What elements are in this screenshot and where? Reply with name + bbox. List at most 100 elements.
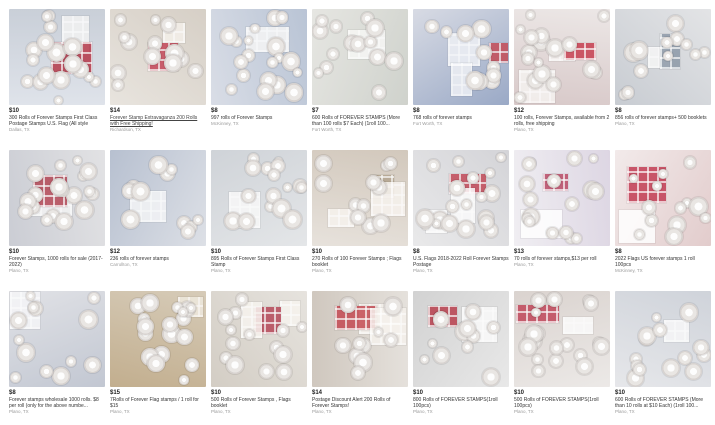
listing-photo[interactable] — [312, 9, 408, 105]
listing-photo[interactable] — [413, 291, 509, 387]
listing-title[interactable]: 895 Rolls of Forever Stamps First Class … — [211, 256, 307, 268]
listing-photo[interactable] — [615, 291, 711, 387]
stamp-roll — [148, 155, 168, 175]
listing-card[interactable]: $13 70 rolls of forever stamps,$13 per ro… — [514, 150, 610, 268]
listing-price: $8 — [615, 108, 622, 114]
listing-location: Richardson, TX — [110, 127, 141, 132]
listing-photo[interactable] — [413, 9, 509, 105]
listing-card[interactable]: $10 500 Rolls of FOREVER STAMPS(1roll 100… — [514, 291, 610, 415]
stamp-roll — [593, 338, 610, 355]
listing-card[interactable]: $10 600 Rolls of FOREVER STAMPS (More tha… — [615, 291, 711, 415]
listing-card[interactable]: $8 U.S. Flags 2018-2022 Roll Forever Stam… — [413, 150, 509, 274]
stamp-roll — [217, 308, 234, 325]
stamp-roll — [461, 341, 474, 353]
stamp-roll — [329, 19, 343, 33]
stamp-roll — [514, 91, 526, 104]
listing-title[interactable]: 500 Rolls of FOREVER STAMPS(1roll 100pcs… — [514, 397, 610, 409]
stamp-roll — [366, 19, 384, 38]
listing-photo[interactable] — [312, 291, 408, 387]
listing-price: $12 — [110, 249, 121, 255]
listing-photo[interactable] — [615, 9, 711, 105]
listing-title[interactable]: 7Rolls of Forever Flag stamps / 1 roll f… — [110, 397, 206, 409]
listing-photo[interactable] — [110, 291, 206, 387]
listing-location: Plano, TX — [514, 262, 534, 267]
listing-title[interactable]: 100 rolls, Forever Stamps, available fro… — [514, 115, 610, 127]
listing-title[interactable]: 500 Rolls of Forever Stamps , Flags book… — [211, 397, 307, 409]
listing-photo[interactable] — [9, 150, 105, 246]
listing-photo[interactable] — [9, 9, 105, 105]
stamp-roll — [275, 364, 292, 381]
stamp-roll — [119, 32, 130, 43]
listing-title[interactable]: 2022 Flags US forever stamps 1 roll 100p… — [615, 256, 711, 268]
listing-photo[interactable] — [110, 9, 206, 105]
stamp-roll — [559, 225, 573, 239]
listing-photo[interactable] — [514, 150, 610, 246]
stamp-roll — [519, 338, 538, 356]
listing-photo[interactable] — [110, 150, 206, 246]
stamp-roll — [10, 312, 27, 329]
listing-title[interactable]: 300 Rolls of Forever Stamps First Class … — [9, 115, 105, 127]
stamp-roll — [424, 19, 439, 34]
listing-card[interactable]: $10 895 Rolls of Forever Stamps First Cla… — [211, 150, 307, 274]
stamp-roll — [143, 48, 161, 66]
listing-photo[interactable] — [9, 291, 105, 387]
stamp-roll — [440, 26, 452, 38]
stamp-roll — [178, 375, 189, 385]
listing-card[interactable]: $15 7Rolls of Forever Flag stamps / 1 rol… — [110, 291, 206, 415]
listing-card[interactable]: $10 800 Rolls of FOREVER STAMPS(1roll 100… — [413, 291, 509, 415]
listing-title[interactable]: 600 Rolls of FOREVER STAMPS (More than 1… — [615, 397, 711, 409]
stamp-sheet — [279, 300, 300, 326]
stamp-roll — [54, 159, 66, 171]
listing-photo[interactable] — [413, 150, 509, 246]
listing-card[interactable]: $14 Postage Discount Alert 200 Rolls of F… — [312, 291, 408, 415]
listing-photo[interactable] — [211, 9, 307, 105]
listing-card[interactable]: $14 Forever Stamp Extravaganza 200 Rolls … — [110, 9, 206, 133]
stamp-roll — [244, 160, 261, 177]
listing-card[interactable]: $10 Forever Stamps, 1000 rolls for sale (… — [9, 150, 105, 274]
stamp-roll — [28, 301, 40, 313]
listing-photo[interactable] — [615, 150, 711, 246]
stamp-roll — [327, 48, 340, 60]
listing-card[interactable]: $12 236 rolls of forever stamps Carrollton… — [110, 150, 206, 268]
listing-title[interactable]: Forever Stamp Extravaganza 200 Rolls wit… — [110, 115, 206, 127]
listing-card[interactable]: $8 768 rolls of forever stamps Fort Worth,… — [413, 9, 509, 127]
listing-title[interactable]: Forever stamps wholesale 1000 rolls. $8 … — [9, 397, 105, 409]
stamp-roll — [162, 316, 178, 333]
stamp-roll — [674, 202, 687, 214]
stamp-roll — [641, 199, 657, 215]
listing-card[interactable]: $8 856 rolls of forever stamps+ 500 bookl… — [615, 9, 711, 127]
listing-price: $8 — [211, 108, 218, 114]
listing-photo[interactable] — [514, 9, 610, 105]
listing-title[interactable]: U.S. Flags 2018-2022 Roll Forever Stamps… — [413, 256, 509, 268]
listing-title[interactable]: 800 Rolls of FOREVER STAMPS(1roll 100pcs… — [413, 397, 509, 409]
listing-card[interactable]: $12 100 rolls, Forever Stamps, available … — [514, 9, 610, 133]
listing-title[interactable]: Forever Stamps, 1000 rolls for sale (201… — [9, 256, 105, 268]
listing-photo[interactable] — [211, 150, 307, 246]
stamp-roll — [39, 364, 53, 378]
listing-photo[interactable] — [211, 291, 307, 387]
listing-title[interactable]: 600 Rolls of FOREVER STAMPS (More than 1… — [312, 115, 408, 127]
listing-location: Carrollton, TX — [110, 262, 138, 267]
stamp-roll — [700, 212, 711, 223]
listing-card[interactable]: $7 600 Rolls of FOREVER STAMPS (More than… — [312, 9, 408, 133]
listing-location: Fort Worth, TX — [413, 121, 443, 126]
stamp-roll — [350, 209, 366, 226]
stamp-roll — [531, 307, 541, 318]
listing-photo[interactable] — [514, 291, 610, 387]
listing-price: $10 — [211, 390, 222, 396]
stamp-roll — [583, 61, 600, 78]
listing-card[interactable]: $10 500 Rolls of Forever Stamps , Flags b… — [211, 291, 307, 415]
listing-title[interactable]: 270 Rolls of 100 Forever Stamps ; Flags … — [312, 256, 408, 268]
listing-photo[interactable] — [312, 150, 408, 246]
listing-card[interactable]: $8 2022 Flags US forever stamps 1 roll 10… — [615, 150, 711, 274]
stamp-roll — [225, 84, 237, 95]
listing-title[interactable]: Postage Discount Alert 200 Rolls of Fore… — [312, 397, 408, 409]
listing-location: McKinney, TX — [615, 268, 643, 273]
listing-card[interactable]: $8 Forever stamps wholesale 1000 rolls. $… — [9, 291, 105, 415]
stamp-roll — [315, 174, 332, 192]
listing-card[interactable]: $8 997 rolls of Forever Stamps McKinney, T… — [211, 9, 307, 127]
listing-card[interactable]: $10 300 Rolls of Forever Stamps First Cla… — [9, 9, 105, 133]
stamp-roll — [383, 157, 397, 171]
listing-card[interactable]: $10 270 Rolls of 100 Forever Stamps ; Fla… — [312, 150, 408, 274]
stamp-roll — [571, 232, 583, 244]
